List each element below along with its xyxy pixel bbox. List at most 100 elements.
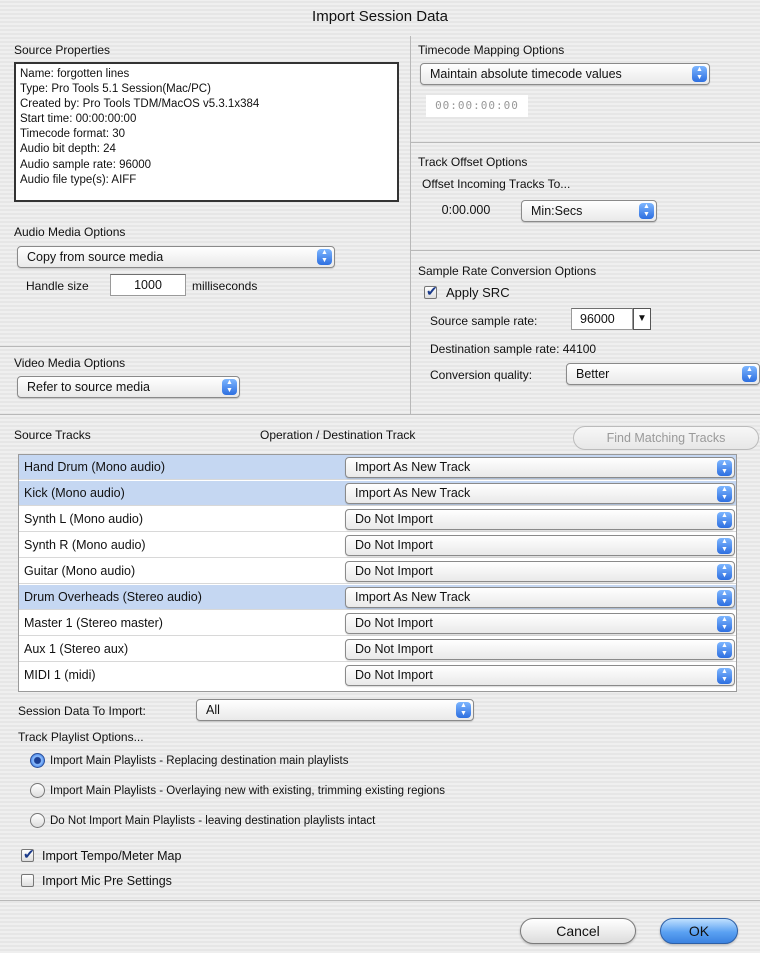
timecode-mapping-value: Maintain absolute timecode values [430,67,622,81]
table-row[interactable]: Aux 1 (Stereo aux) Do Not Import ▲ ▼ [19,637,736,662]
handle-size-unit: milliseconds [192,279,258,293]
offset-unit-value: Min:Secs [531,204,583,218]
popup-arrows-icon: ▲ ▼ [717,538,732,554]
track-operation-value: Import As New Track [355,460,471,474]
track-operation-value: Do Not Import [355,538,433,552]
video-media-popup[interactable]: Refer to source media ▲ ▼ [17,376,240,398]
prop-line: Audio sample rate: 96000 [20,158,152,171]
table-row[interactable]: Guitar (Mono audio) Do Not Import ▲ ▼ [19,559,736,584]
offset-unit-popup[interactable]: Min:Secs ▲ ▼ [521,200,657,222]
source-properties-label: Source Properties [14,43,111,57]
cancel-button[interactable]: Cancel [520,918,636,944]
track-name: Synth L (Mono audio) [24,512,144,526]
timecode-mapping-popup[interactable]: Maintain absolute timecode values ▲ ▼ [420,63,710,85]
prop-line: Audio bit depth: 24 [20,143,116,156]
source-sample-rate-label: Source sample rate: [430,314,538,328]
find-matching-tracks-button[interactable]: Find Matching Tracks [573,426,759,450]
track-operation-popup[interactable]: Import As New Track ▲ ▼ [345,587,735,608]
import-mic-pre-checkbox[interactable] [21,874,34,887]
divider-top-section [0,414,760,415]
session-data-value: All [206,703,220,717]
video-media-value: Refer to source media [27,380,150,394]
popup-arrows-icon: ▲ ▼ [717,590,732,606]
import-mic-pre-label: Import Mic Pre Settings [42,874,172,888]
playlist-option-overlay-label: Import Main Playlists - Overlaying new w… [50,785,445,797]
import-tempo-checkbox[interactable] [21,846,35,863]
prop-line: Audio file type(s): AIFF [20,173,137,186]
track-name: Master 1 (Stereo master) [24,616,163,630]
video-media-label: Video Media Options [14,356,126,370]
track-name: Guitar (Mono audio) [24,564,136,578]
track-operation-popup[interactable]: Import As New Track ▲ ▼ [345,457,735,478]
table-row[interactable]: Synth R (Mono audio) Do Not Import ▲ ▼ [19,533,736,558]
source-rate-dropdown-button[interactable]: ▼ [633,308,651,330]
track-operation-popup[interactable]: Do Not Import ▲ ▼ [345,561,735,582]
track-operation-popup[interactable]: Do Not Import ▲ ▼ [345,665,735,686]
popup-arrows-icon: ▲ ▼ [717,616,732,632]
track-operation-popup[interactable]: Do Not Import ▲ ▼ [345,613,735,634]
divider-offset [410,250,760,251]
popup-arrows-icon: ▲ ▼ [717,512,732,528]
import-tempo-label: Import Tempo/Meter Map [42,849,182,863]
track-name: MIDI 1 (midi) [24,668,96,682]
playlist-option-overlay-radio[interactable] [30,783,45,798]
popup-arrows-icon: ▲ ▼ [717,460,732,476]
chevron-down-icon: ▼ [637,313,647,324]
table-row[interactable]: MIDI 1 (midi) Do Not Import ▲ ▼ [19,663,736,688]
track-name: Hand Drum (Mono audio) [24,460,166,474]
table-row[interactable]: Master 1 (Stereo master) Do Not Import ▲ ▼ [19,611,736,636]
playlist-options-label: Track Playlist Options... [18,730,144,744]
prop-line: Type: Pro Tools 5.1 Session(Mac/PC) [20,83,211,96]
handle-size-field[interactable]: 1000 [110,274,186,296]
track-operation-value: Do Not Import [355,668,433,682]
table-row[interactable]: Kick (Mono audio) Import As New Track ▲ ▼ [19,481,736,506]
track-operation-popup[interactable]: Do Not Import ▲ ▼ [345,535,735,556]
table-row[interactable]: Synth L (Mono audio) Do Not Import ▲ ▼ [19,507,736,532]
prop-line: Created by: Pro Tools TDM/MacOS v5.3.1x3… [20,98,260,111]
popup-arrows-icon: ▲ ▼ [639,203,654,219]
track-operation-popup[interactable]: Do Not Import ▲ ▼ [345,639,735,660]
window-title: Import Session Data [312,8,448,25]
source-tracks-label: Source Tracks [14,428,91,442]
track-operation-value: Import As New Track [355,590,471,604]
timecode-mapping-label: Timecode Mapping Options [418,43,565,57]
popup-arrows-icon: ▲ ▼ [717,486,732,502]
audio-media-label: Audio Media Options [14,225,126,239]
divider-audio-media [0,346,410,347]
audio-media-popup[interactable]: Copy from source media ▲ ▼ [17,246,335,268]
popup-arrows-icon: ▲ ▼ [317,249,332,265]
conversion-quality-popup[interactable]: Better ▲ ▼ [566,363,760,385]
ok-button[interactable]: OK [660,918,738,944]
prop-line: Start time: 00:00:00:00 [20,113,137,126]
track-operation-popup[interactable]: Do Not Import ▲ ▼ [345,509,735,530]
track-operation-value: Do Not Import [355,512,433,526]
source-properties-box: Name: forgotten lines Type: Pro Tools 5.… [14,62,399,202]
popup-arrows-icon: ▲ ▼ [222,379,237,395]
track-name: Drum Overheads (Stereo audio) [24,590,202,604]
session-data-popup[interactable]: All ▲ ▼ [196,699,474,721]
prop-line: Timecode format: 30 [20,128,126,141]
popup-arrows-icon: ▲ ▼ [717,668,732,684]
track-operation-popup[interactable]: Import As New Track ▲ ▼ [345,483,735,504]
timecode-display: 00:00:00:00 [426,95,528,117]
track-name: Kick (Mono audio) [24,486,125,500]
conversion-quality-value: Better [576,367,610,381]
playlist-option-replace-radio[interactable] [30,753,45,768]
track-operation-value: Do Not Import [355,564,433,578]
table-row[interactable]: Hand Drum (Mono audio) Import As New Tra… [19,455,736,480]
offset-value-field[interactable]: 0:00.000 [420,200,512,222]
track-operation-value: Do Not Import [355,642,433,656]
popup-arrows-icon: ▲ ▼ [742,366,757,382]
source-sample-rate-field[interactable]: 96000 [571,308,633,330]
table-row[interactable]: Drum Overheads (Stereo audio) Import As … [19,585,736,610]
audio-media-value: Copy from source media [27,250,164,264]
popup-arrows-icon: ▲ ▼ [717,564,732,580]
divider-bottom-top [0,900,760,901]
offset-incoming-label: Offset Incoming Tracks To... [422,177,571,191]
playlist-option-none-radio[interactable] [30,813,45,828]
apply-src-checkbox[interactable] [424,283,438,300]
prop-line: Name: forgotten lines [20,68,130,80]
divider-timecode [410,142,760,143]
playlist-option-replace-label: Import Main Playlists - Replacing destin… [50,755,349,767]
popup-arrows-icon: ▲ ▼ [717,642,732,658]
